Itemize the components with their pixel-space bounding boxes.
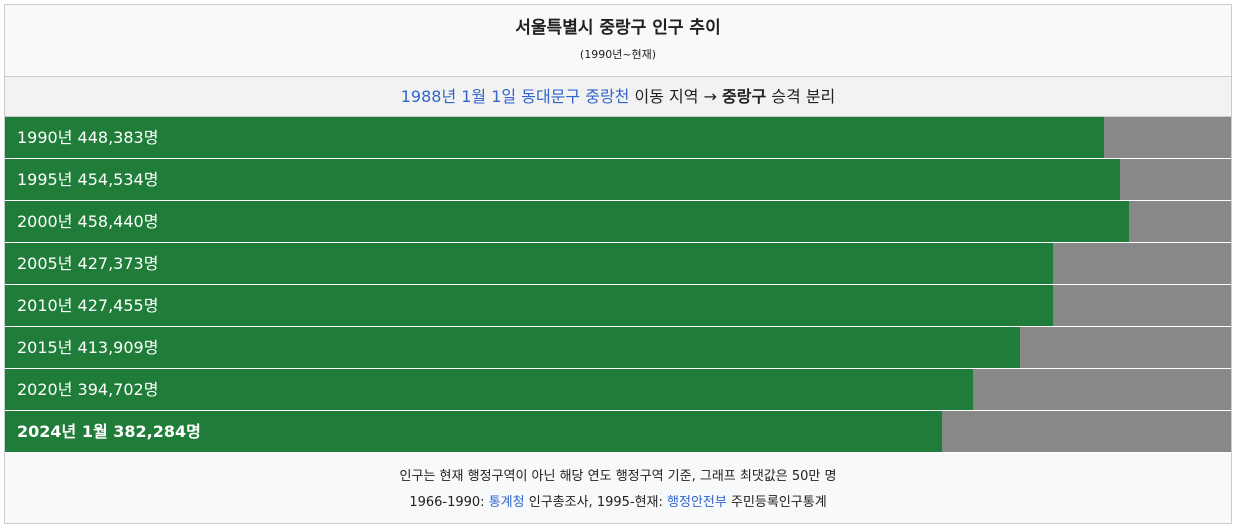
history-note: 1988년 1월 1일 동대문구 중랑천 이동 지역 → 중랑구 승격 분리 <box>5 77 1231 117</box>
chart-subtitle: (1990년~현재) <box>579 48 657 61</box>
population-chart-table: 서울특별시 중랑구 인구 추이 (1990년~현재) 1988년 1월 1일 동… <box>4 4 1232 524</box>
chart-title: 서울특별시 중랑구 인구 추이 <box>515 18 721 38</box>
note-text-1: 이동 지역 <box>634 87 699 106</box>
bar-label: 2005년 427,373명 <box>17 254 159 273</box>
bar-label: 2024년 1월 382,284명 <box>17 422 201 441</box>
bar-2005년 <box>5 243 1053 284</box>
source-name: 주민등록인구통계 <box>730 495 827 510</box>
bar-2010년 <box>5 285 1053 326</box>
bar-label: 2000년 458,440명 <box>17 212 159 231</box>
bar-chart: 1990년 448,383명 1995년 454,534명 2000년 458,44… <box>5 117 1231 453</box>
bar-row: 2024년 1월 382,284명 <box>5 411 1231 453</box>
chart-footer: 인구는 현재 행정구역이 아닌 해당 연도 행정구역 기준, 그래프 최댓값은 … <box>5 453 1231 516</box>
bar-row: 1990년 448,383명 <box>5 117 1231 159</box>
bar-row: 2015년 413,909명 <box>5 327 1231 369</box>
mois-link[interactable]: 행정안전부 <box>667 495 727 510</box>
source-period-2: 인구총조사, 1995-현재: <box>528 495 663 510</box>
jungnangcheon-link[interactable]: 중랑천 <box>585 87 629 106</box>
footer-note: 인구는 현재 행정구역이 아닌 해당 연도 행정구역 기준, 그래프 최댓값은 … <box>399 469 837 484</box>
bar-label: 2010년 427,455명 <box>17 296 159 315</box>
bar-label: 2015년 413,909명 <box>17 338 159 357</box>
date-link[interactable]: 1988년 1월 1일 <box>401 87 516 106</box>
bar-2000년 <box>5 201 1129 242</box>
bar-row: 2005년 427,373명 <box>5 243 1231 285</box>
arrow-icon: → <box>703 87 717 106</box>
source-period-1: 1966-1990: <box>409 495 485 510</box>
bar-1995년 <box>5 159 1120 200</box>
bar-label: 1990년 448,383명 <box>17 128 159 147</box>
footer-sources: 1966-1990: 통계청 인구총조사, 1995-현재: 행정안전부 주민등… <box>5 490 1231 516</box>
bar-row: 2020년 394,702명 <box>5 369 1231 411</box>
bar-row: 2000년 458,440명 <box>5 201 1231 243</box>
bar-1990년 <box>5 117 1104 158</box>
title-box: 서울특별시 중랑구 인구 추이 (1990년~현재) <box>5 5 1231 77</box>
jungnang-gu-label: 중랑구 <box>722 87 767 106</box>
bar-label: 1995년 454,534명 <box>17 170 159 189</box>
kostat-link[interactable]: 통계청 <box>489 495 525 510</box>
bar-label: 2020년 394,702명 <box>17 380 159 399</box>
note-text-2: 승격 분리 <box>771 87 836 106</box>
bar-row: 1995년 454,534명 <box>5 159 1231 201</box>
dongdaemun-link[interactable]: 동대문구 <box>521 87 580 106</box>
bar-row: 2010년 427,455명 <box>5 285 1231 327</box>
